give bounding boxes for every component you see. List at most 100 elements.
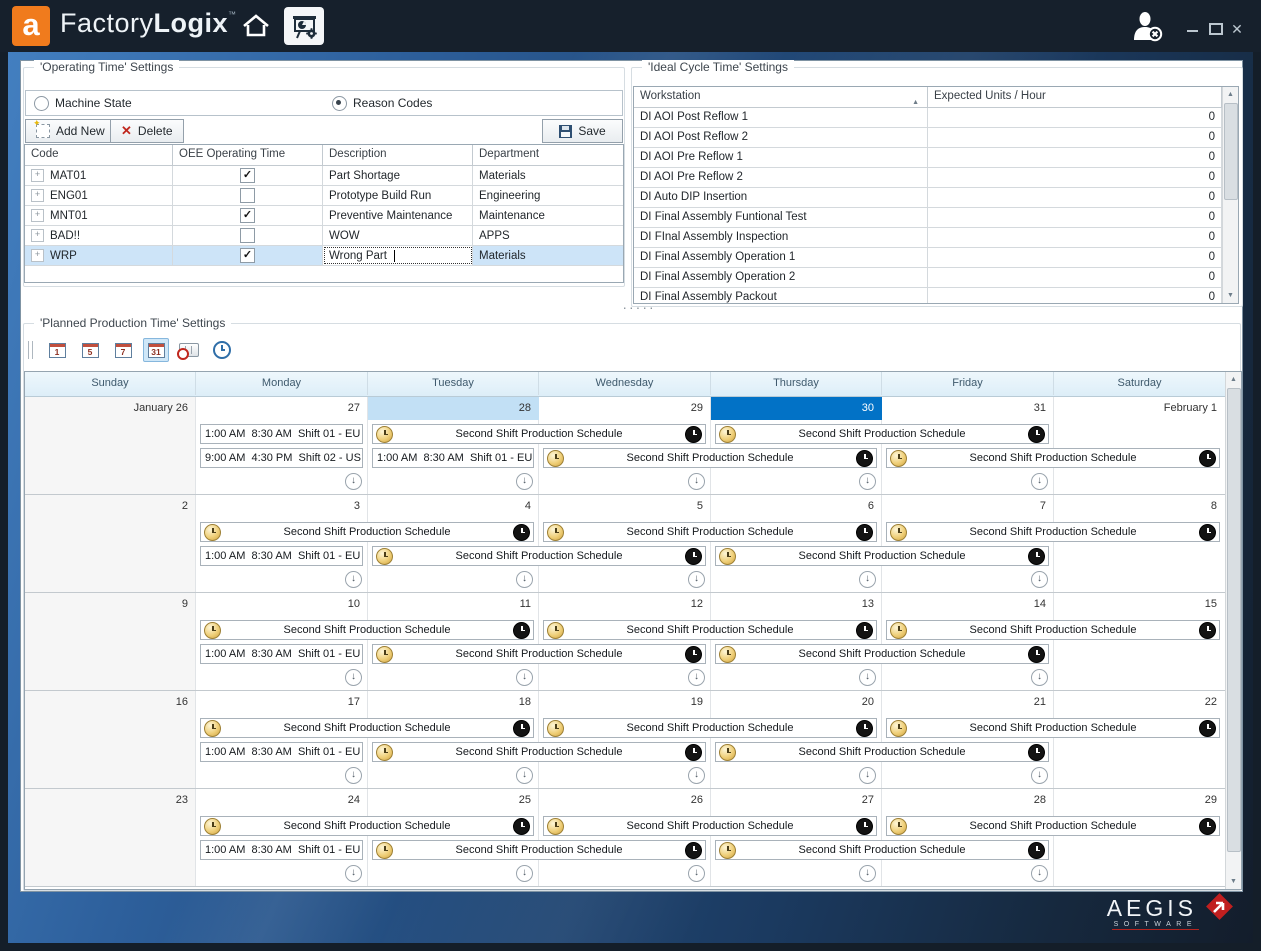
calendar-date-cell[interactable]: 8 bbox=[1054, 495, 1225, 518]
schedule-event[interactable]: Second Shift Production Schedule bbox=[886, 718, 1220, 738]
workstation-row[interactable]: DI FInal Assembly Inspection0 bbox=[634, 228, 1238, 248]
schedule-event[interactable]: Second Shift Production Schedule bbox=[715, 644, 1049, 664]
calendar-date-cell[interactable]: 28 bbox=[368, 397, 539, 420]
scrollbar-thumb[interactable] bbox=[1227, 388, 1241, 852]
ideal-cycle-scrollbar[interactable]: ▲ ▼ bbox=[1222, 87, 1238, 303]
calendar-date-cell[interactable]: 25 bbox=[368, 789, 539, 812]
calendar-date-cell[interactable]: 3 bbox=[196, 495, 368, 518]
month-view-button[interactable]: 31 bbox=[143, 338, 169, 362]
schedule-event[interactable]: Second Shift Production Schedule bbox=[543, 620, 877, 640]
more-events-arrow[interactable]: ↓ bbox=[688, 865, 705, 882]
calendar-date-cell[interactable]: 4 bbox=[368, 495, 539, 518]
more-events-arrow[interactable]: ↓ bbox=[345, 865, 362, 882]
calendar-date-cell[interactable]: 27 bbox=[196, 397, 368, 420]
workstation-row[interactable]: DI Final Assembly Operation 10 bbox=[634, 248, 1238, 268]
expected-units-cell[interactable]: 0 bbox=[928, 128, 1222, 147]
schedule-event[interactable]: Second Shift Production Schedule bbox=[372, 742, 706, 762]
splitter-handle[interactable]: ····· bbox=[619, 305, 659, 313]
scrollbar-thumb[interactable] bbox=[1224, 103, 1238, 200]
shift-event[interactable]: 9:00 AM 4:30 PM Shift 02 - US bbox=[200, 448, 363, 468]
calendar-date-cell[interactable]: 12 bbox=[539, 593, 711, 616]
calendar-date-cell[interactable]: 9 bbox=[25, 593, 196, 616]
schedule-event[interactable]: Second Shift Production Schedule bbox=[200, 816, 534, 836]
schedule-event[interactable]: Second Shift Production Schedule bbox=[886, 522, 1220, 542]
more-events-arrow[interactable]: ↓ bbox=[345, 473, 362, 490]
calendar-date-cell[interactable]: 29 bbox=[539, 397, 711, 420]
home-icon[interactable] bbox=[236, 7, 276, 45]
expand-row-icon[interactable]: + bbox=[31, 209, 44, 222]
more-events-arrow[interactable]: ↓ bbox=[516, 473, 533, 490]
workstation-row[interactable]: DI AOI Post Reflow 10 bbox=[634, 108, 1238, 128]
calendar-date-cell[interactable]: 7 bbox=[882, 495, 1054, 518]
calendar-date-cell[interactable]: 17 bbox=[196, 691, 368, 714]
close-button[interactable]: ✕ bbox=[1229, 22, 1245, 36]
oee-operating-time-checkbox[interactable] bbox=[240, 228, 255, 243]
more-events-arrow[interactable]: ↓ bbox=[688, 473, 705, 490]
more-events-arrow[interactable]: ↓ bbox=[688, 767, 705, 784]
reason-code-row[interactable]: +ENG01Prototype Build RunEngineering bbox=[25, 186, 623, 206]
toolbar-grip-icon[interactable] bbox=[28, 341, 33, 359]
calendar-date-cell[interactable]: January 26 bbox=[25, 397, 196, 420]
workstation-row[interactable]: DI Auto DIP Insertion0 bbox=[634, 188, 1238, 208]
schedule-event[interactable]: Second Shift Production Schedule bbox=[543, 718, 877, 738]
user-logout-icon[interactable] bbox=[1130, 10, 1166, 45]
workstation-row[interactable]: DI AOI Pre Reflow 20 bbox=[634, 168, 1238, 188]
column-header-workstation[interactable]: Workstation▲ bbox=[634, 87, 928, 107]
schedule-event[interactable]: Second Shift Production Schedule bbox=[372, 546, 706, 566]
schedule-event[interactable]: Second Shift Production Schedule bbox=[715, 424, 1049, 444]
work-week-view-button[interactable]: 5 bbox=[77, 338, 103, 362]
schedule-event[interactable]: Second Shift Production Schedule bbox=[886, 448, 1220, 468]
calendar-date-cell[interactable]: 20 bbox=[711, 691, 882, 714]
column-header-description[interactable]: Description bbox=[323, 145, 473, 165]
oee-operating-time-checkbox[interactable]: ✓ bbox=[240, 168, 255, 183]
expected-units-cell[interactable]: 0 bbox=[928, 148, 1222, 167]
expected-units-cell[interactable]: 0 bbox=[928, 108, 1222, 127]
calendar-date-cell[interactable]: 28 bbox=[882, 789, 1054, 812]
reason-code-row[interactable]: +MNT01✓Preventive MaintenanceMaintenance bbox=[25, 206, 623, 226]
more-events-arrow[interactable]: ↓ bbox=[345, 571, 362, 588]
calendar-date-cell[interactable]: 13 bbox=[711, 593, 882, 616]
more-events-arrow[interactable]: ↓ bbox=[516, 865, 533, 882]
calendar-date-cell[interactable]: 24 bbox=[196, 789, 368, 812]
schedule-event[interactable]: Second Shift Production Schedule bbox=[543, 522, 877, 542]
workstation-row[interactable]: DI Final Assembly Packout0 bbox=[634, 288, 1238, 304]
expand-row-icon[interactable]: + bbox=[31, 229, 44, 242]
shift-event[interactable]: 1:00 AM 8:30 AM Shift 01 - EU bbox=[200, 742, 363, 762]
schedule-event[interactable]: Second Shift Production Schedule bbox=[715, 840, 1049, 860]
shift-event[interactable]: 1:00 AM 8:30 AM Shift 01 - EU bbox=[200, 840, 363, 860]
add-new-button[interactable]: Add New bbox=[25, 119, 116, 143]
expected-units-cell[interactable]: 0 bbox=[928, 168, 1222, 187]
calendar-date-cell[interactable]: 14 bbox=[882, 593, 1054, 616]
more-events-arrow[interactable]: ↓ bbox=[345, 767, 362, 784]
schedule-event[interactable]: Second Shift Production Schedule bbox=[200, 522, 534, 542]
calendar-date-cell[interactable]: 19 bbox=[539, 691, 711, 714]
calendar-date-cell[interactable]: 29 bbox=[1054, 789, 1225, 812]
more-events-arrow[interactable]: ↓ bbox=[688, 669, 705, 686]
expected-units-cell[interactable]: 0 bbox=[928, 268, 1222, 287]
day-view-button[interactable]: 1 bbox=[44, 338, 70, 362]
timeline-view-button[interactable] bbox=[176, 338, 202, 362]
expected-units-cell[interactable]: 0 bbox=[928, 288, 1222, 304]
workstation-row[interactable]: DI AOI Pre Reflow 10 bbox=[634, 148, 1238, 168]
calendar-date-cell[interactable]: 6 bbox=[711, 495, 882, 518]
calendar-date-cell[interactable]: 2 bbox=[25, 495, 196, 518]
time-scales-view-button[interactable] bbox=[209, 338, 235, 362]
expand-row-icon[interactable]: + bbox=[31, 249, 44, 262]
more-events-arrow[interactable]: ↓ bbox=[859, 767, 876, 784]
more-events-arrow[interactable]: ↓ bbox=[345, 669, 362, 686]
scroll-down-icon[interactable]: ▼ bbox=[1223, 288, 1238, 303]
reason-code-row[interactable]: +BAD!!WOWAPPS bbox=[25, 226, 623, 246]
schedule-event[interactable]: Second Shift Production Schedule bbox=[886, 620, 1220, 640]
more-events-arrow[interactable]: ↓ bbox=[859, 473, 876, 490]
reason-codes-radio[interactable]: Reason Codes bbox=[332, 96, 432, 111]
reason-code-row[interactable]: +MAT01✓Part ShortageMaterials bbox=[25, 166, 623, 186]
more-events-arrow[interactable]: ↓ bbox=[859, 571, 876, 588]
calendar-date-cell[interactable]: 21 bbox=[882, 691, 1054, 714]
shift-event[interactable]: 1:00 AM 8:30 AM Shift 01 - EU bbox=[372, 448, 534, 468]
schedule-event[interactable]: Second Shift Production Schedule bbox=[372, 644, 706, 664]
column-header-department[interactable]: Department bbox=[473, 145, 623, 165]
calendar-scrollbar[interactable]: ▲ ▼ bbox=[1225, 372, 1241, 889]
scroll-up-icon[interactable]: ▲ bbox=[1223, 87, 1238, 102]
more-events-arrow[interactable]: ↓ bbox=[516, 571, 533, 588]
more-events-arrow[interactable]: ↓ bbox=[859, 669, 876, 686]
